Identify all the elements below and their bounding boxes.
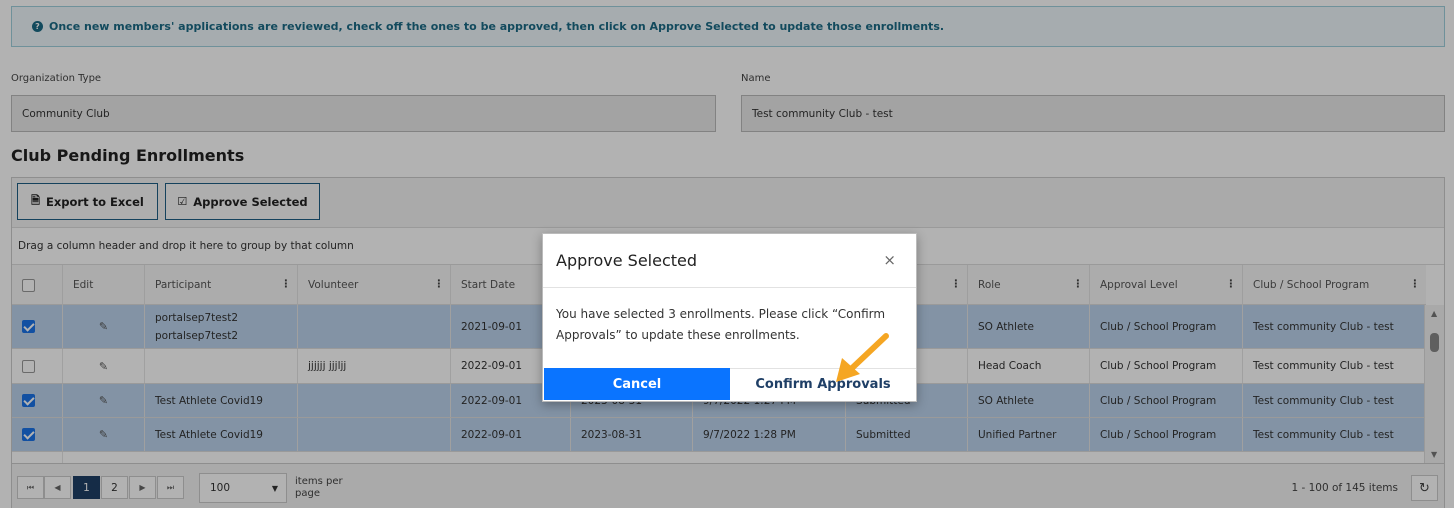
- close-icon[interactable]: ×: [883, 251, 896, 269]
- dialog-title: Approve Selected: [556, 251, 698, 270]
- cancel-button[interactable]: Cancel: [544, 368, 730, 400]
- annotation-arrow-icon: [836, 333, 889, 382]
- dialog-header: Approve Selected ×: [543, 234, 916, 288]
